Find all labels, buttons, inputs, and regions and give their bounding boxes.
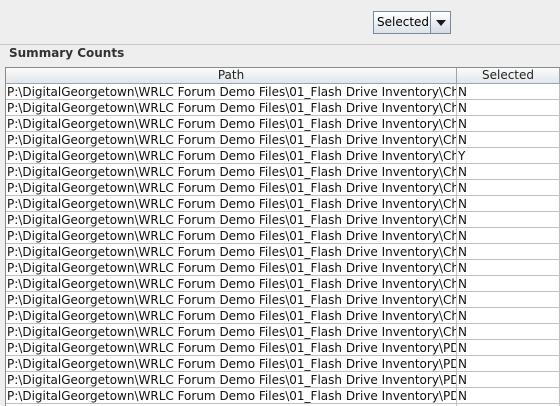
path-cell[interactable]: P:\DigitalGeorgetown\WRLC Forum Demo Fil… <box>6 164 457 180</box>
selected-cell[interactable]: N <box>457 388 560 404</box>
selected-cell[interactable]: N <box>457 100 560 116</box>
selected-cell[interactable]: N <box>457 212 560 228</box>
path-cell[interactable]: P:\DigitalGeorgetown\WRLC Forum Demo Fil… <box>6 308 457 324</box>
table-row[interactable]: P:\DigitalGeorgetown\WRLC Forum Demo Fil… <box>6 244 560 260</box>
path-cell[interactable]: P:\DigitalGeorgetown\WRLC Forum Demo Fil… <box>6 212 457 228</box>
table-row[interactable]: P:\DigitalGeorgetown\WRLC Forum Demo Fil… <box>6 276 560 292</box>
path-cell[interactable]: P:\DigitalGeorgetown\WRLC Forum Demo Fil… <box>6 292 457 308</box>
table-row[interactable]: P:\DigitalGeorgetown\WRLC Forum Demo Fil… <box>6 212 560 228</box>
selected-cell[interactable]: N <box>457 132 560 148</box>
column-header-selected[interactable]: Selected <box>457 68 560 83</box>
selected-filter-dropdown[interactable]: Selected <box>373 11 451 34</box>
path-cell[interactable]: P:\DigitalGeorgetown\WRLC Forum Demo Fil… <box>6 148 457 164</box>
table-row[interactable]: P:\DigitalGeorgetown\WRLC Forum Demo Fil… <box>6 84 560 100</box>
selected-cell[interactable]: N <box>457 260 560 276</box>
selected-cell[interactable]: N <box>457 356 560 372</box>
table-row[interactable]: P:\DigitalGeorgetown\WRLC Forum Demo Fil… <box>6 324 560 340</box>
path-cell[interactable]: P:\DigitalGeorgetown\WRLC Forum Demo Fil… <box>6 100 457 116</box>
selected-cell[interactable]: N <box>457 164 560 180</box>
path-cell[interactable]: P:\DigitalGeorgetown\WRLC Forum Demo Fil… <box>6 228 457 244</box>
selected-cell[interactable]: N <box>457 340 560 356</box>
selected-cell[interactable]: N <box>457 180 560 196</box>
selected-cell[interactable]: N <box>457 324 560 340</box>
path-cell[interactable]: P:\DigitalGeorgetown\WRLC Forum Demo Fil… <box>6 356 457 372</box>
toolbar: Selected <box>0 0 560 44</box>
path-cell[interactable]: P:\DigitalGeorgetown\WRLC Forum Demo Fil… <box>6 340 457 356</box>
column-header-path[interactable]: Path <box>6 68 457 83</box>
panel-title: Summary Counts <box>6 46 128 60</box>
path-cell[interactable]: P:\DigitalGeorgetown\WRLC Forum Demo Fil… <box>6 324 457 340</box>
table-row[interactable]: P:\DigitalGeorgetown\WRLC Forum Demo Fil… <box>6 388 560 404</box>
path-cell[interactable]: P:\DigitalGeorgetown\WRLC Forum Demo Fil… <box>6 260 457 276</box>
dropdown-arrow-button[interactable] <box>430 12 450 33</box>
path-cell[interactable]: P:\DigitalGeorgetown\WRLC Forum Demo Fil… <box>6 388 457 404</box>
table-row[interactable]: P:\DigitalGeorgetown\WRLC Forum Demo Fil… <box>6 180 560 196</box>
selected-cell[interactable]: N <box>457 276 560 292</box>
table-row[interactable]: P:\DigitalGeorgetown\WRLC Forum Demo Fil… <box>6 116 560 132</box>
selected-cell[interactable]: N <box>457 372 560 388</box>
table-row[interactable]: P:\DigitalGeorgetown\WRLC Forum Demo Fil… <box>6 260 560 276</box>
path-cell[interactable]: P:\DigitalGeorgetown\WRLC Forum Demo Fil… <box>6 196 457 212</box>
chevron-down-icon <box>435 19 446 26</box>
selected-cell[interactable]: N <box>457 292 560 308</box>
table-row[interactable]: P:\DigitalGeorgetown\WRLC Forum Demo Fil… <box>6 340 560 356</box>
table-header: Path Selected <box>6 68 560 84</box>
selected-cell[interactable]: N <box>457 308 560 324</box>
table-body: P:\DigitalGeorgetown\WRLC Forum Demo Fil… <box>6 84 560 406</box>
selected-cell[interactable]: N <box>457 196 560 212</box>
selected-cell[interactable]: N <box>457 116 560 132</box>
path-cell[interactable]: P:\DigitalGeorgetown\WRLC Forum Demo Fil… <box>6 132 457 148</box>
selected-cell[interactable]: N <box>457 244 560 260</box>
path-cell[interactable]: P:\DigitalGeorgetown\WRLC Forum Demo Fil… <box>6 276 457 292</box>
selected-cell[interactable]: Y <box>457 148 560 164</box>
selected-cell[interactable]: N <box>457 84 560 100</box>
path-cell[interactable]: P:\DigitalGeorgetown\WRLC Forum Demo Fil… <box>6 180 457 196</box>
path-cell[interactable]: P:\DigitalGeorgetown\WRLC Forum Demo Fil… <box>6 116 457 132</box>
summary-counts-panel: Summary Counts Path Selected P:\DigitalG… <box>0 44 560 406</box>
table-row[interactable]: P:\DigitalGeorgetown\WRLC Forum Demo Fil… <box>6 148 560 164</box>
table-row[interactable]: P:\DigitalGeorgetown\WRLC Forum Demo Fil… <box>6 132 560 148</box>
table-row[interactable]: P:\DigitalGeorgetown\WRLC Forum Demo Fil… <box>6 308 560 324</box>
table-row[interactable]: P:\DigitalGeorgetown\WRLC Forum Demo Fil… <box>6 372 560 388</box>
dropdown-value: Selected <box>377 15 430 29</box>
table-row[interactable]: P:\DigitalGeorgetown\WRLC Forum Demo Fil… <box>6 100 560 116</box>
table-row[interactable]: P:\DigitalGeorgetown\WRLC Forum Demo Fil… <box>6 164 560 180</box>
table-row[interactable]: P:\DigitalGeorgetown\WRLC Forum Demo Fil… <box>6 196 560 212</box>
path-cell[interactable]: P:\DigitalGeorgetown\WRLC Forum Demo Fil… <box>6 244 457 260</box>
selected-cell[interactable]: N <box>457 228 560 244</box>
path-cell[interactable]: P:\DigitalGeorgetown\WRLC Forum Demo Fil… <box>6 84 457 100</box>
table-row[interactable]: P:\DigitalGeorgetown\WRLC Forum Demo Fil… <box>6 292 560 308</box>
summary-table: Path Selected P:\DigitalGeorgetown\WRLC … <box>5 67 560 406</box>
table-row[interactable]: P:\DigitalGeorgetown\WRLC Forum Demo Fil… <box>6 356 560 372</box>
path-cell[interactable]: P:\DigitalGeorgetown\WRLC Forum Demo Fil… <box>6 372 457 388</box>
table-row[interactable]: P:\DigitalGeorgetown\WRLC Forum Demo Fil… <box>6 228 560 244</box>
